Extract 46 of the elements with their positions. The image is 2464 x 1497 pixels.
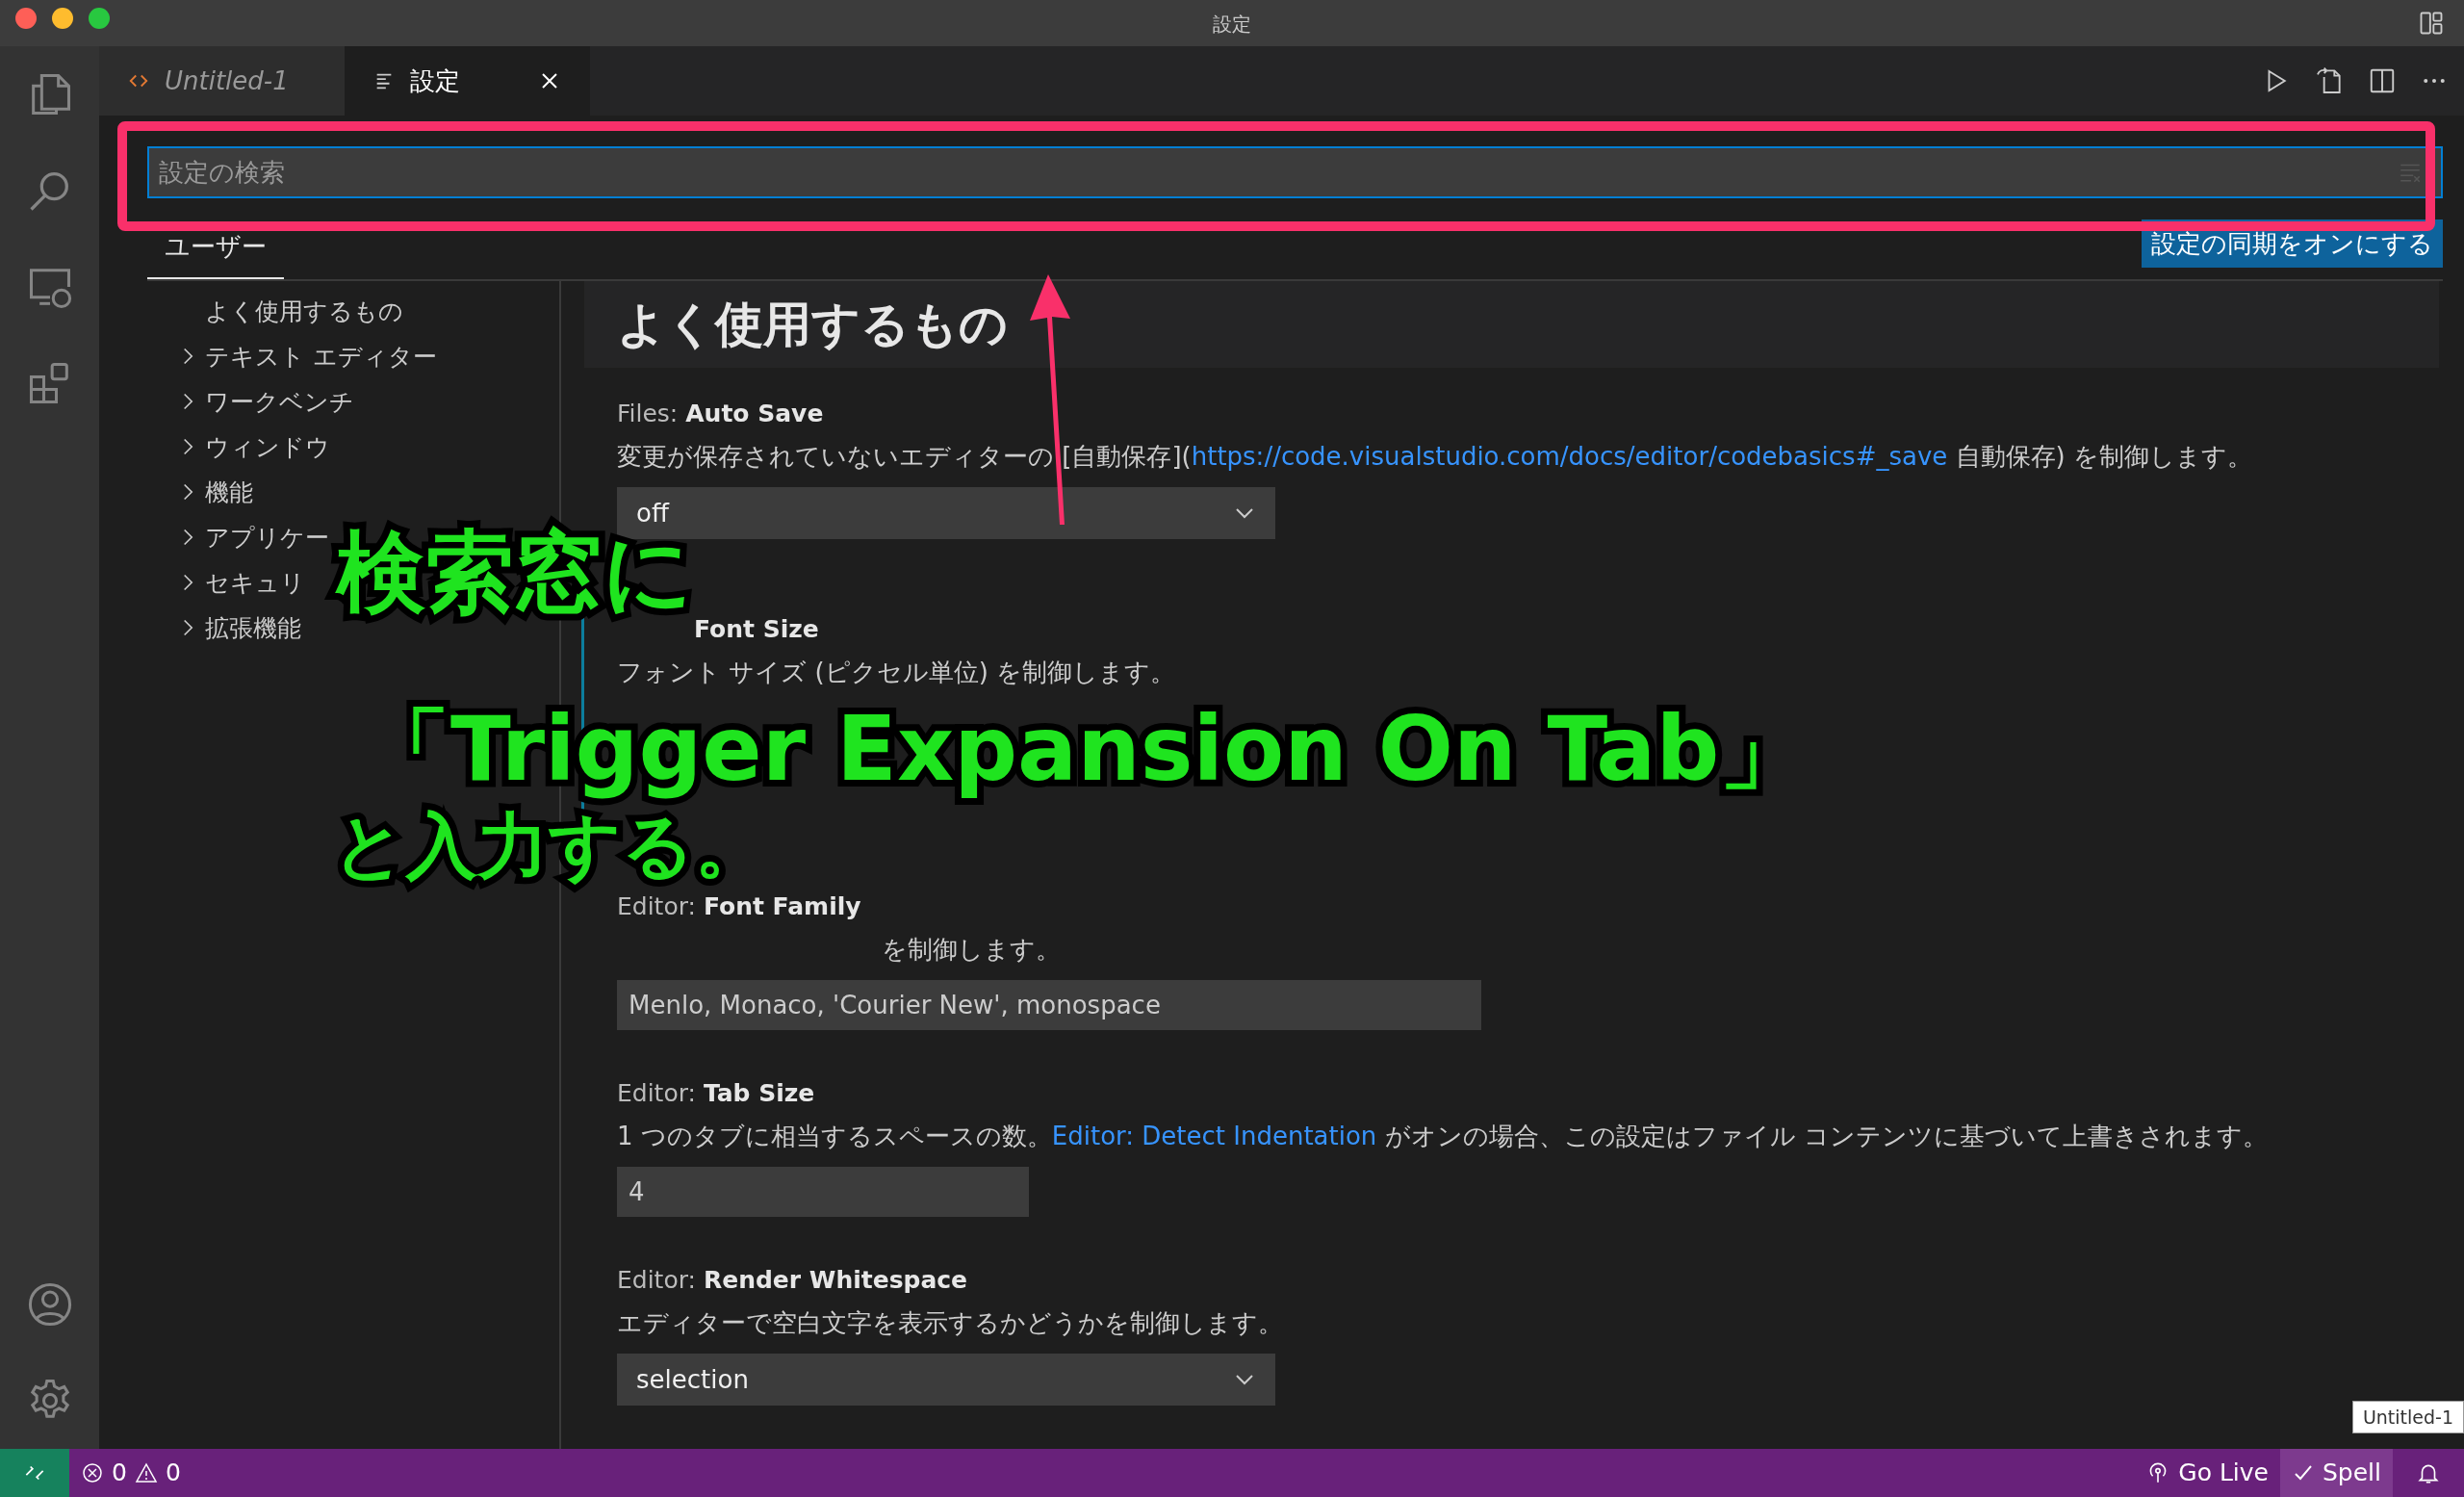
setting-description: フォント サイズ (ピクセル単位) を制御します。 [617, 657, 1176, 688]
toc-item[interactable]: 拡張機能 [147, 606, 301, 651]
toc-item[interactable]: ワークベンチ [147, 379, 354, 425]
dropdown[interactable]: selection [617, 1354, 1275, 1406]
error-count: 0 [112, 1458, 127, 1489]
status-item[interactable]: Go Live [2134, 1449, 2280, 1497]
setting-label: Editor: Render Whitespace [617, 1265, 968, 1296]
setting-description: を制御します。 [882, 934, 1061, 966]
scope-tab[interactable]: ユーザー [147, 228, 284, 279]
setting-description: 変更が保存されていないエディターの [自動保存](https://code.visualstudio.com/docs/editor/codebasics#_save 自動保存) を制御します。 [617, 441, 2252, 473]
search-field[interactable]: 設定の検索 [147, 146, 2443, 198]
input-field[interactable]: Menlo, Monaco, 'Courier New', monospace [617, 980, 1481, 1030]
status-item[interactable]: Spell [2280, 1449, 2393, 1497]
toc-item[interactable]: ウィンドウ [147, 425, 330, 470]
setting-description: エディターで空白文字を表示するかどうかを制御します。 [617, 1307, 1283, 1339]
setting-description: 1 つのタブに相当するスペースの数。Editor: Detect Indentation がオンの場合、この設定はファイル コンテンツに基づいて上書きされます。 [617, 1121, 2268, 1152]
setting-label: Files: Auto Save [617, 399, 824, 429]
error-icon [81, 1461, 104, 1484]
annotation-text: と入力する。 [332, 803, 767, 889]
editor-tab[interactable]: Untitled-1 [99, 46, 345, 116]
window-title: 設定 [1213, 13, 1251, 36]
minimize-window-button[interactable] [52, 8, 73, 29]
editor-tab[interactable]: 設定 [345, 46, 590, 116]
setting-label: Editor: Tab Size [617, 1078, 815, 1109]
warning-icon [134, 1461, 158, 1484]
hover-label: Untitled-1 [2351, 1400, 2464, 1433]
tab-label: Untitled-1 [165, 65, 289, 97]
warning-count: 0 [165, 1458, 181, 1489]
close-window-button[interactable] [15, 8, 37, 29]
tab-label: 設定 [410, 65, 460, 97]
setting-label: Font Size [694, 614, 819, 645]
toc-item[interactable]: よく使用するもの [147, 289, 403, 334]
toc-item[interactable]: セキュリ [147, 560, 305, 606]
toc-item[interactable]: アプリケー [147, 515, 329, 560]
maximize-window-button[interactable] [89, 8, 110, 29]
problems-button[interactable]: 0 0 [69, 1449, 192, 1497]
link[interactable]: Editor: Detect Indentation [1051, 1122, 1377, 1150]
section-title: よく使用するもの [617, 295, 1008, 354]
split-editor-icon[interactable] [2368, 66, 2397, 95]
link[interactable]: https://code.visualstudio.com/docs/editor/codebasics#_save [1191, 442, 1948, 471]
dropdown[interactable]: off [617, 487, 1275, 539]
input-field[interactable]: 4 [617, 1167, 1029, 1217]
toc-item[interactable]: テキスト エディター [147, 334, 437, 379]
setting-label: Editor: Font Family [617, 891, 861, 922]
layout-icon[interactable] [2418, 10, 2445, 37]
toc-item[interactable]: 機能 [147, 470, 253, 515]
